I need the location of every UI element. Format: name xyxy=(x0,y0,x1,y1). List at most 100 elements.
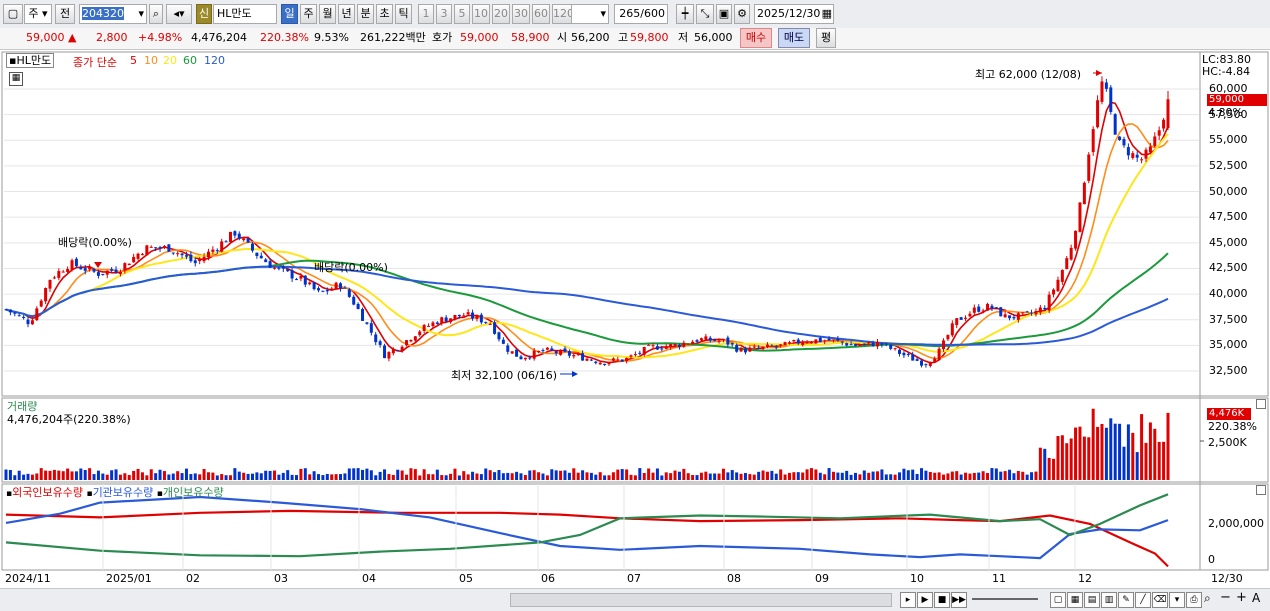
volume-bar xyxy=(827,468,831,480)
volume-bar xyxy=(339,474,343,480)
x-axis-label: 12 xyxy=(1078,572,1092,585)
zoom-slider[interactable] xyxy=(972,598,1038,600)
chart-icon[interactable]: ▤ xyxy=(1084,592,1100,608)
volume-bar xyxy=(246,473,250,480)
volume-bar xyxy=(321,475,325,480)
volume-bar xyxy=(664,472,668,480)
x-axis-label: 10 xyxy=(910,572,924,585)
volume-bar xyxy=(620,469,624,480)
volume-bar xyxy=(752,474,756,480)
volume-bar xyxy=(1148,422,1152,480)
scrollbar[interactable] xyxy=(510,593,892,607)
volume-bar xyxy=(889,474,893,480)
volume-bar xyxy=(52,469,56,480)
volume-bar xyxy=(849,474,853,480)
volume-bar xyxy=(765,471,769,480)
volume-bar xyxy=(942,474,946,480)
volume-tag: 4,476K xyxy=(1207,408,1251,420)
grid-icon[interactable]: ▦ xyxy=(1067,592,1083,608)
zoom-icon[interactable]: ⌕ xyxy=(1204,591,1211,606)
volume-bar xyxy=(757,471,761,480)
print-icon[interactable]: ⎙ xyxy=(1186,592,1202,608)
volume-bar xyxy=(123,473,127,480)
volume-close-icon[interactable] xyxy=(1256,399,1266,409)
stop-icon[interactable]: ■ xyxy=(934,592,950,608)
legend-individual: 개인보유수량 xyxy=(162,486,224,499)
zoom-in-icon[interactable]: + xyxy=(1236,590,1247,605)
volume-bar xyxy=(66,468,70,480)
ma-legend-60: 60 xyxy=(183,54,197,67)
volume-bar xyxy=(497,470,501,480)
eraser-icon[interactable]: ⌫ xyxy=(1152,592,1168,608)
window-icon[interactable]: ▢ xyxy=(1050,592,1066,608)
volume-bar xyxy=(532,470,536,480)
volume-bar xyxy=(611,472,615,480)
volume-bar xyxy=(959,474,963,480)
candle xyxy=(1096,95,1100,129)
volume-bar xyxy=(92,474,96,480)
volume-bar xyxy=(1091,408,1095,480)
volume-bar xyxy=(999,471,1003,480)
candle xyxy=(361,307,365,321)
volume-bar xyxy=(334,474,338,480)
volume-bar xyxy=(1012,473,1016,480)
volume-bar xyxy=(369,470,373,480)
volume-bar xyxy=(479,474,483,480)
font-size-icon[interactable]: A xyxy=(1252,591,1260,605)
volume-bar xyxy=(1096,426,1100,480)
volume-bar xyxy=(272,470,276,480)
holding-legend: ▪외국인보유수량 ▪기관보유수량 ▪개인보유수량 xyxy=(6,484,224,500)
volume-bar xyxy=(140,472,144,480)
table-icon[interactable]: ▦ xyxy=(9,72,23,86)
holding-close-icon[interactable] xyxy=(1256,485,1266,495)
line-icon[interactable]: ╱ xyxy=(1135,592,1151,608)
overlay-icon[interactable]: ▥ xyxy=(1101,592,1117,608)
volume-bar xyxy=(928,471,932,480)
volume-bar xyxy=(1140,414,1144,480)
volume-bar xyxy=(699,472,703,480)
price-y-tick: 52,500 xyxy=(1209,158,1248,172)
candle xyxy=(493,320,497,335)
volume-bar xyxy=(356,468,360,480)
draw-icon[interactable]: ✎ xyxy=(1118,592,1134,608)
volume-bar xyxy=(299,468,303,480)
play-icon[interactable]: ▶ xyxy=(917,592,933,608)
volume-bar xyxy=(162,471,166,480)
volume-bar xyxy=(761,470,765,480)
volume-bar xyxy=(88,468,92,480)
volume-bar xyxy=(1043,448,1047,480)
chart-canvas[interactable] xyxy=(0,0,1270,610)
volume-bar xyxy=(616,469,620,480)
fast-forward-icon[interactable]: ▶▶ xyxy=(951,592,967,608)
volume-bar xyxy=(35,473,39,480)
volume-bar xyxy=(898,472,902,480)
volume-bar xyxy=(149,469,153,480)
volume-bar xyxy=(805,469,809,480)
candle xyxy=(383,343,387,359)
volume-bar xyxy=(721,468,725,480)
marker-icon[interactable]: ▾ xyxy=(1169,592,1185,608)
volume-bar xyxy=(264,470,268,480)
volume-bar xyxy=(79,468,83,480)
volume-bar xyxy=(1104,427,1108,480)
x-axis-label: 11 xyxy=(992,572,1006,585)
volume-bar xyxy=(853,472,857,480)
candle xyxy=(246,237,250,244)
volume-bar xyxy=(523,475,527,480)
volume-bar xyxy=(994,468,998,480)
x-axis-label: 02 xyxy=(186,572,200,585)
volume-bar xyxy=(1038,447,1042,480)
stock-name-label[interactable]: ▪HL만도 xyxy=(6,53,55,68)
scroll-left-icon[interactable]: ▸ xyxy=(900,592,916,608)
volume-bar xyxy=(1008,469,1012,480)
volume-bar xyxy=(1126,424,1130,480)
volume-bar xyxy=(1052,458,1056,480)
ma-legend-10: 10 xyxy=(144,54,158,67)
volume-bar xyxy=(779,469,783,480)
volume-bar xyxy=(427,474,431,480)
volume-bar xyxy=(145,475,149,480)
volume-bar xyxy=(488,470,492,480)
volume-bar xyxy=(809,468,813,480)
zoom-out-icon[interactable]: − xyxy=(1220,590,1231,605)
volume-bar xyxy=(1153,428,1157,480)
